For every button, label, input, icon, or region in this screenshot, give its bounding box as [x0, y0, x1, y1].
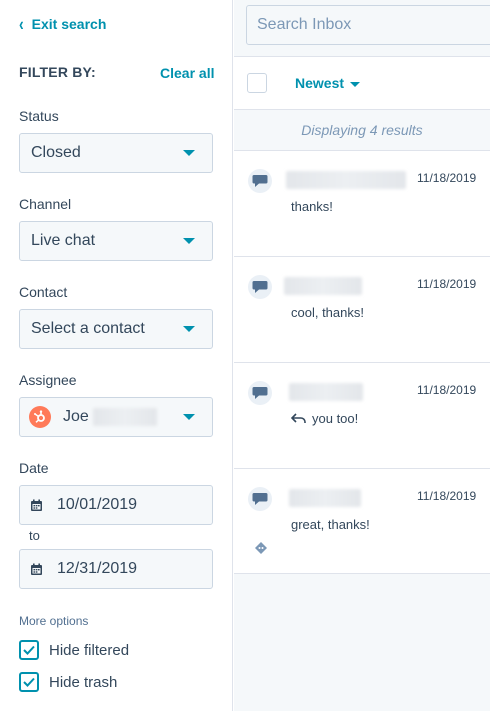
calendar-icon	[30, 563, 43, 576]
contact-label: Contact	[19, 284, 68, 300]
exit-search-link[interactable]: ‹ Exit search	[19, 13, 107, 35]
date-from-value: 10/01/2019	[57, 496, 138, 513]
hide-filtered-label: Hide filtered	[49, 641, 130, 659]
assignee-select[interactable]: Joe	[19, 397, 213, 437]
clear-all-link[interactable]: Clear all	[160, 65, 214, 81]
hide-trash-label: Hide trash	[49, 673, 118, 691]
conversation-item[interactable]: 11/18/2019 great, thanks!	[234, 468, 490, 574]
status-value: Closed	[31, 144, 81, 161]
channel-select[interactable]: Live chat	[19, 221, 213, 261]
chevron-left-icon: ‹	[19, 13, 24, 35]
caret-down-icon	[183, 238, 195, 244]
snippet-text: great, thanks!	[291, 517, 370, 532]
redacted-contact-name	[286, 171, 406, 189]
date-from-input[interactable]: 10/01/2019	[19, 485, 213, 525]
reply-arrow-icon	[291, 413, 306, 423]
more-options-label: More options	[19, 614, 89, 628]
conversation-snippet: thanks!	[291, 199, 333, 214]
contact-select[interactable]: Select a contact	[19, 309, 213, 349]
redacted-contact-name	[289, 489, 361, 507]
date-to-input[interactable]: 12/31/2019	[19, 549, 213, 589]
chat-bubble-icon	[248, 169, 272, 193]
date-to-value: 12/31/2019	[57, 560, 138, 577]
snippet-text: thanks!	[291, 199, 333, 214]
conversation-snippet: cool, thanks!	[291, 305, 364, 320]
filter-panel: ‹ Exit search FILTER BY: Clear all Statu…	[0, 0, 233, 711]
chat-bubble-icon	[248, 381, 272, 405]
inbox-toolbar: Newest	[234, 56, 490, 110]
conversation-snippet: you too!	[291, 411, 358, 426]
conversation-snippet: great, thanks!	[291, 517, 370, 532]
chat-bubble-icon	[248, 275, 272, 299]
checkmark-icon	[19, 640, 39, 660]
status-label: Status	[19, 108, 59, 124]
conversation-item[interactable]: 11/18/2019 thanks!	[234, 150, 490, 256]
conversation-date: 11/18/2019	[417, 489, 477, 503]
calendar-icon	[30, 499, 43, 512]
caret-down-icon	[350, 81, 361, 87]
conversation-item[interactable]: 11/18/2019 cool, thanks!	[234, 256, 490, 362]
bot-icon	[254, 541, 268, 560]
snippet-text: you too!	[312, 411, 359, 426]
snippet-text: cool, thanks!	[291, 305, 364, 320]
assignee-value: Joe	[63, 408, 89, 425]
channel-label: Channel	[19, 196, 72, 212]
conversation-item[interactable]: 11/18/2019 you too!	[234, 362, 490, 468]
channel-value: Live chat	[31, 232, 96, 249]
checkmark-icon	[19, 672, 39, 692]
conversation-date: 11/18/2019	[417, 383, 477, 397]
search-input[interactable]: Search Inbox	[246, 5, 490, 45]
sort-dropdown[interactable]: Newest	[295, 75, 361, 91]
redacted-name	[92, 408, 157, 426]
caret-down-icon	[183, 414, 195, 420]
caret-down-icon	[183, 326, 195, 332]
redacted-contact-name	[284, 277, 362, 295]
chat-bubble-icon	[248, 487, 272, 511]
assignee-label: Assignee	[19, 372, 77, 388]
redacted-contact-name	[289, 383, 363, 401]
hubspot-avatar-icon	[29, 406, 51, 428]
status-select[interactable]: Closed	[19, 133, 213, 173]
date-label: Date	[19, 460, 49, 476]
exit-search-label: Exit search	[31, 16, 107, 32]
hide-trash-checkbox[interactable]: Hide trash	[19, 672, 117, 692]
conversation-date: 11/18/2019	[417, 277, 477, 291]
filter-by-heading: FILTER BY:	[19, 64, 96, 80]
hide-filtered-checkbox[interactable]: Hide filtered	[19, 640, 129, 660]
conversation-date: 11/18/2019	[417, 171, 477, 185]
caret-down-icon	[183, 150, 195, 156]
contact-value: Select a contact	[31, 320, 145, 337]
inbox-panel: Search Inbox Newest Displaying 4 results…	[234, 0, 490, 711]
sort-label: Newest	[295, 75, 345, 91]
select-all-checkbox[interactable]	[247, 73, 267, 93]
results-count: Displaying 4 results	[234, 110, 490, 150]
search-placeholder: Search Inbox	[257, 16, 352, 33]
date-to-label: to	[29, 528, 40, 543]
